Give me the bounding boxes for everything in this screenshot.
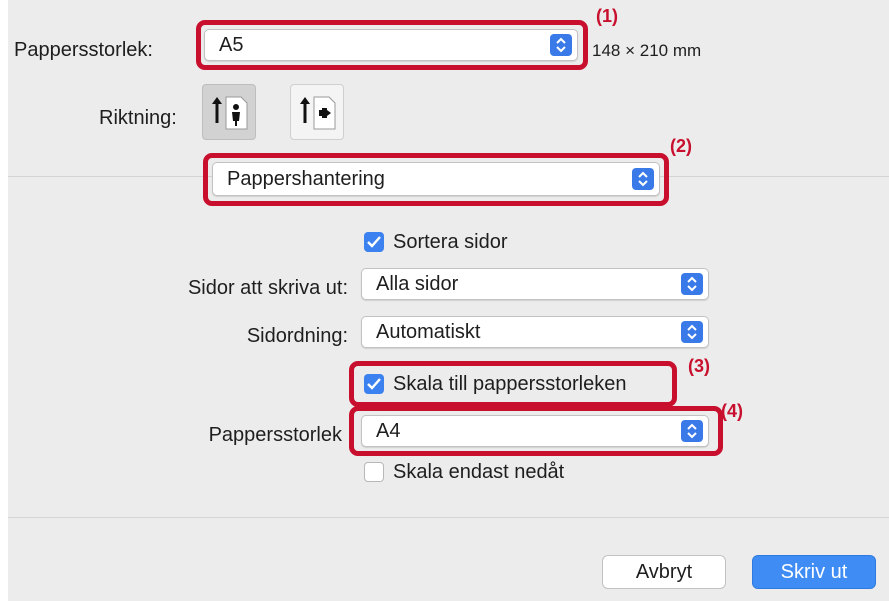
page-order-popup[interactable]: Automatiskt xyxy=(361,316,709,348)
separator-bottom xyxy=(8,517,889,518)
checkmark-icon xyxy=(367,236,381,248)
callout-box-2 xyxy=(203,153,669,206)
callout-label-2: (2) xyxy=(670,136,692,156)
callout-label-4: (4) xyxy=(721,401,743,421)
page-order-value: Automatiskt xyxy=(376,321,481,343)
callout-box-1 xyxy=(196,20,588,70)
callout-box-4 xyxy=(349,406,723,456)
print-button[interactable]: Skriv ut xyxy=(752,555,876,589)
paper-size-label: Pappersstorlek: xyxy=(14,39,153,61)
landscape-orientation-icon xyxy=(300,96,336,130)
callout-label-3: (3) xyxy=(688,356,710,376)
page-order-label: Sidordning: xyxy=(246,325,348,347)
scale-down-only-checkbox[interactable] xyxy=(364,462,384,482)
orientation-label: Riktning: xyxy=(99,107,177,129)
paper-dimensions: 148 × 210 mm xyxy=(592,41,702,60)
pages-to-print-label: Sidor att skriva ut: xyxy=(187,277,348,299)
portrait-orientation-icon xyxy=(212,96,248,130)
scale-down-only-label: Skala endast nedåt xyxy=(393,461,565,483)
dest-paper-size-label: Pappersstorlek xyxy=(208,424,342,446)
updown-chevron-icon xyxy=(681,321,703,343)
collate-label: Sortera sidor xyxy=(393,231,508,253)
print-dialog-panel xyxy=(8,0,889,601)
portrait-orientation-button[interactable] xyxy=(202,84,256,140)
collate-checkbox[interactable] xyxy=(364,232,384,252)
landscape-orientation-button[interactable] xyxy=(290,84,344,140)
callout-box-3 xyxy=(349,361,677,407)
updown-chevron-icon xyxy=(681,273,703,295)
callout-label-1: (1) xyxy=(596,6,618,26)
pages-to-print-value: Alla sidor xyxy=(376,273,459,295)
pages-to-print-popup[interactable]: Alla sidor xyxy=(361,268,709,300)
cancel-button[interactable]: Avbryt xyxy=(602,555,726,589)
